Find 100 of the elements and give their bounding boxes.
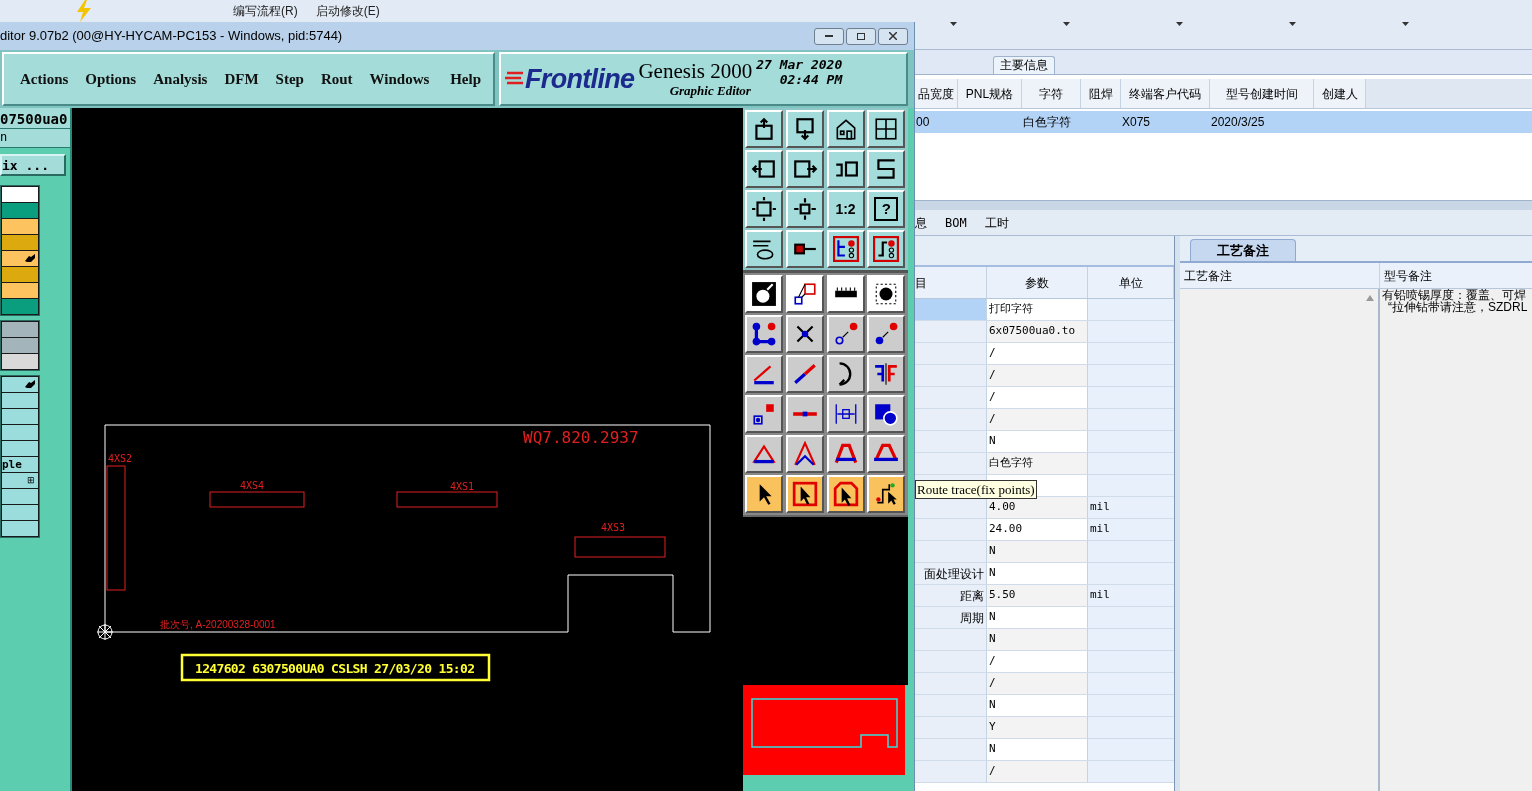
zoom-ratio-button[interactable]: 1:2	[826, 190, 865, 228]
tool-button[interactable]	[785, 275, 824, 313]
column-header[interactable]: 型号备注	[1380, 263, 1532, 288]
component-label: 4XS4	[240, 480, 265, 491]
detail-tab[interactable]: 工时	[984, 213, 1009, 232]
column-header[interactable]: 阻焊	[1081, 79, 1121, 108]
tool-button[interactable]	[826, 110, 865, 148]
tool-button[interactable]	[867, 315, 906, 353]
menu-item[interactable]: Options	[85, 67, 137, 91]
column-header[interactable]: PNL规格	[958, 79, 1022, 108]
detail-tab[interactable]: 息	[915, 213, 927, 232]
help-button[interactable]: ?	[867, 190, 906, 228]
tool-button[interactable]	[826, 395, 865, 433]
ribbon-menu-item[interactable]: 启动修改(E)	[315, 2, 380, 20]
tool-button[interactable]	[785, 435, 824, 473]
tool-button[interactable]	[826, 315, 865, 353]
row-header-cell[interactable]	[915, 453, 987, 474]
tool-button[interactable]	[867, 475, 906, 513]
tool-button[interactable]	[826, 435, 865, 473]
maximize-button[interactable]	[846, 27, 876, 45]
tool-button[interactable]	[745, 315, 783, 353]
tool-button[interactable]	[867, 435, 906, 473]
tool-button[interactable]	[867, 275, 906, 313]
tool-button[interactable]	[826, 150, 865, 188]
table-row[interactable]: 00 白色字符 X075 2020/3/25	[915, 111, 1532, 133]
tool-button[interactable]	[785, 315, 824, 353]
tool-button[interactable]	[745, 150, 783, 188]
tool-button[interactable]	[785, 150, 824, 188]
layer-row[interactable]: ple	[2, 457, 38, 472]
column-header[interactable]: 终端客户代码	[1121, 79, 1210, 108]
tool-button[interactable]	[745, 355, 783, 393]
layer-row[interactable]	[2, 377, 38, 392]
row-header-cell[interactable]	[915, 365, 987, 386]
tool-button[interactable]	[826, 475, 865, 513]
tool-button[interactable]	[785, 110, 824, 148]
row-header-cell[interactable]	[915, 739, 987, 760]
row-header-cell[interactable]	[915, 497, 987, 518]
row-header-cell[interactable]	[915, 541, 987, 562]
tool-button[interactable]	[867, 355, 906, 393]
tool-button[interactable]	[785, 395, 824, 433]
tool-button[interactable]	[745, 275, 783, 313]
row-header-cell[interactable]	[915, 761, 987, 782]
menu-item[interactable]: DFM	[224, 67, 259, 91]
menu-item[interactable]: Windows	[369, 67, 430, 91]
row-header-cell[interactable]	[915, 519, 987, 540]
tool-button[interactable]	[785, 190, 824, 228]
column-header[interactable]: 型号创建时间	[1210, 79, 1314, 108]
pcb-canvas[interactable]: WQ7.820.2937 4XS2 4XS4 4XS1 4XS3 批次号, A-20200328-0001 1247602 6307500UA0 CSLSH 27/03/20 15:02	[73, 108, 743, 791]
row-header-cell[interactable]	[915, 321, 987, 342]
menu-item[interactable]: Rout	[320, 67, 353, 91]
tool-button[interactable]	[826, 275, 865, 313]
layer-row[interactable]	[2, 251, 38, 266]
ribbon-menu-item[interactable]: 编写流程(R)	[233, 2, 298, 20]
close-button[interactable]	[878, 27, 908, 45]
tool-button[interactable]	[785, 475, 824, 513]
table-cell: 24.00	[987, 519, 1088, 540]
row-header-cell[interactable]	[915, 409, 987, 430]
layer-row[interactable]: ⊞	[2, 473, 38, 488]
column-header[interactable]: 工艺备注	[1180, 263, 1380, 288]
tool-button[interactable]	[785, 230, 824, 268]
column-header[interactable]: 参数	[987, 267, 1088, 298]
column-header[interactable]: 品宽度	[915, 79, 958, 108]
menu-item[interactable]: Actions	[20, 67, 69, 91]
tool-button[interactable]	[785, 355, 824, 393]
tool-button[interactable]	[867, 230, 906, 268]
row-header-cell[interactable]	[915, 673, 987, 694]
tool-button[interactable]	[745, 395, 783, 433]
row-header-cell[interactable]	[915, 431, 987, 452]
notes-tab[interactable]: 工艺备注	[1190, 239, 1296, 261]
tool-button[interactable]	[745, 475, 783, 513]
tool-button[interactable]	[826, 230, 865, 268]
tool-button[interactable]	[745, 190, 783, 228]
row-header-cell[interactable]	[915, 629, 987, 650]
matrix-button[interactable]: ix ...	[0, 154, 66, 176]
row-header-cell[interactable]	[915, 717, 987, 738]
minimize-button[interactable]	[814, 27, 844, 45]
menu-item[interactable]: Help	[450, 67, 481, 91]
menu-item[interactable]: Analysis	[153, 67, 208, 91]
row-header-cell[interactable]: 距离	[915, 585, 987, 606]
tool-button[interactable]	[745, 230, 783, 268]
tool-button[interactable]	[867, 110, 906, 148]
tool-button[interactable]	[867, 150, 906, 188]
menu-item[interactable]: Step	[275, 67, 304, 91]
column-header[interactable]: 创建人	[1314, 79, 1366, 108]
tool-button[interactable]	[867, 395, 906, 433]
column-header[interactable]: 单位	[1088, 267, 1174, 298]
row-header-cell[interactable]	[915, 695, 987, 716]
column-header[interactable]: 字符	[1022, 79, 1081, 108]
detail-tab[interactable]: BOM	[945, 213, 967, 232]
tool-button[interactable]	[826, 355, 865, 393]
nodes-icon	[751, 321, 777, 347]
section-tab[interactable]: 主要信息	[993, 56, 1055, 74]
row-header-cell[interactable]	[915, 387, 987, 408]
row-header-cell[interactable]: 周期	[915, 607, 987, 628]
row-header-cell[interactable]	[915, 651, 987, 672]
row-header-cell[interactable]: 面处理设计	[915, 563, 987, 584]
tool-button[interactable]	[745, 110, 783, 148]
tool-button[interactable]	[745, 435, 783, 473]
row-header-cell[interactable]	[915, 299, 987, 320]
row-header-cell[interactable]	[915, 343, 987, 364]
